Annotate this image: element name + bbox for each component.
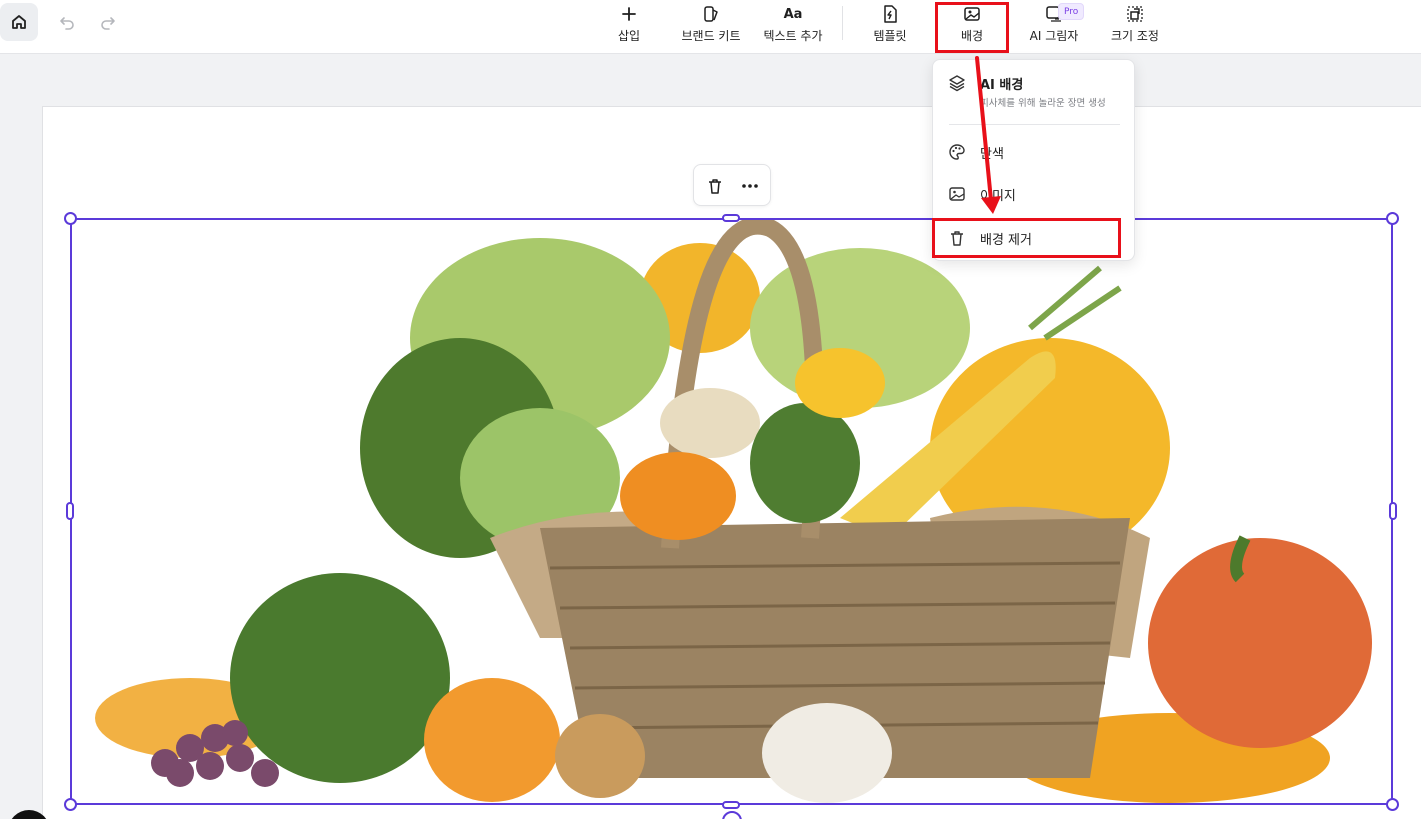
undo-button[interactable] (56, 11, 78, 33)
vegetable-basket-image[interactable] (70, 216, 1393, 805)
trash-icon (709, 178, 721, 194)
more-options-button[interactable] (738, 175, 762, 197)
ai-background-description: 피사체를 위해 놀라운 장면 생성 (980, 98, 1106, 109)
layers-icon (948, 74, 966, 92)
pro-badge: Pro (1058, 3, 1085, 20)
template-label: 템플릿 (873, 29, 907, 43)
menu-item-image[interactable]: 이미지 (933, 178, 1136, 210)
brand-kit-label: 브랜드 키트 (681, 29, 741, 43)
resize-handle-top-left[interactable] (64, 212, 77, 225)
resize-handle-top[interactable] (722, 214, 740, 222)
template-tool-button[interactable]: 템플릿 (868, 4, 912, 48)
brand-kit-icon (704, 6, 718, 22)
add-text-tool-button[interactable]: Aa 텍스트 추가 (759, 4, 827, 48)
resize-handle-bottom-left[interactable] (64, 798, 77, 811)
toolbar-divider (842, 6, 843, 40)
resize-tool-button[interactable]: 크기 조정 (1106, 4, 1164, 48)
solid-color-label: 단색 (980, 147, 1004, 162)
resize-handle-left[interactable] (66, 502, 74, 520)
text-icon: Aa (783, 6, 803, 22)
more-icon (742, 184, 758, 188)
insert-tool-button[interactable]: 삽입 (609, 4, 649, 48)
redo-button[interactable] (97, 11, 119, 33)
ai-background-label: AI 배경 (980, 78, 1024, 93)
image-icon (948, 185, 966, 203)
ai-shadow-label: AI 그림자 (1029, 29, 1079, 43)
background-tool-highlight (935, 2, 1009, 53)
delete-element-button[interactable] (704, 175, 726, 197)
resize-handle-bottom-right[interactable] (1386, 798, 1399, 811)
menu-divider (949, 124, 1120, 125)
menu-item-solid-color[interactable]: 단색 (933, 136, 1136, 168)
top-toolbar: 삽입 브랜드 키트 Aa 텍스트 추가 템플릿 배경 AI 그림자 Pro 크기… (0, 0, 1421, 54)
resize-handle-bottom[interactable] (722, 801, 740, 809)
template-icon (884, 5, 897, 23)
menu-item-ai-background[interactable]: AI 배경 피사체를 위해 놀라운 장면 생성 (933, 60, 1136, 124)
home-icon (12, 15, 26, 29)
image-label: 이미지 (980, 189, 1016, 204)
resize-handle-top-right[interactable] (1386, 212, 1399, 225)
resize-icon (1127, 6, 1143, 22)
plus-icon (622, 7, 636, 21)
resize-label: 크기 조정 (1111, 29, 1159, 43)
palette-icon (948, 143, 966, 161)
add-text-label: 텍스트 추가 (763, 29, 823, 43)
brand-kit-tool-button[interactable]: 브랜드 키트 (677, 4, 745, 48)
redo-icon (101, 17, 115, 30)
undo-icon (60, 17, 74, 30)
vegetable-basket-illustration (95, 216, 1372, 803)
selection-floating-toolbar (693, 164, 771, 206)
resize-handle-right[interactable] (1389, 502, 1397, 520)
insert-label: 삽입 (617, 29, 641, 43)
remove-background-highlight (932, 218, 1121, 258)
home-button[interactable] (0, 3, 38, 41)
